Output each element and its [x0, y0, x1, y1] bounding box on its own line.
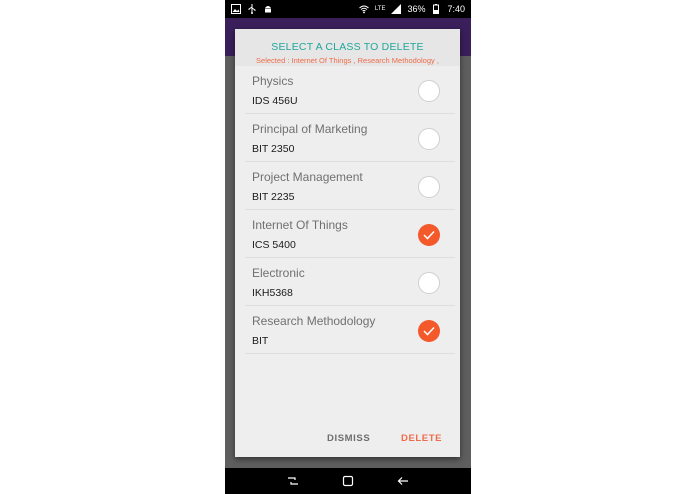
class-code: IKH5368 — [252, 287, 293, 299]
list-item[interactable]: Project Management BIT 2235 — [245, 162, 455, 210]
list-item[interactable]: Physics IDS 456U — [245, 66, 455, 114]
class-code: ICS 5400 — [252, 239, 296, 251]
list-item[interactable]: Research Methodology BIT — [245, 306, 455, 354]
battery-icon — [433, 4, 440, 14]
usb-icon — [248, 4, 256, 14]
signal-icon — [391, 4, 402, 14]
home-icon[interactable] — [342, 475, 354, 487]
delete-class-dialog: SELECT A CLASS TO DELETE Selected : Inte… — [235, 29, 460, 457]
delete-button[interactable]: DELETE — [401, 433, 442, 444]
checkbox-unchecked[interactable] — [418, 128, 440, 150]
list-item[interactable]: Electronic IKH5368 — [245, 258, 455, 306]
class-code: IDS 456U — [252, 95, 298, 107]
android-icon — [265, 6, 271, 13]
class-name: Principal of Marketing — [252, 122, 368, 136]
checkbox-unchecked[interactable] — [418, 80, 440, 102]
checkbox-unchecked[interactable] — [418, 176, 440, 198]
wifi-icon — [359, 5, 369, 14]
dialog-actions: DISMISS DELETE — [235, 433, 460, 447]
checkmark-icon — [423, 230, 435, 240]
dismiss-button[interactable]: DISMISS — [327, 433, 370, 444]
class-code: BIT — [252, 335, 269, 347]
class-code: BIT 2350 — [252, 143, 295, 155]
class-name: Project Management — [252, 170, 363, 184]
clock: 7:40 — [447, 4, 465, 14]
checkmark-icon — [423, 326, 435, 336]
checkbox-checked[interactable] — [418, 224, 440, 246]
status-bar: LTE 36% 7:40 — [225, 0, 471, 18]
image-icon — [231, 4, 241, 14]
network-label: LTE — [374, 6, 386, 12]
dialog-header: SELECT A CLASS TO DELETE Selected : Inte… — [235, 29, 460, 66]
battery-percent: 36% — [407, 4, 426, 14]
back-icon[interactable] — [397, 475, 409, 487]
selected-summary: Selected : Internet Of Things , Research… — [256, 56, 439, 65]
recents-icon[interactable] — [287, 475, 299, 487]
class-name: Internet Of Things — [252, 218, 348, 232]
dialog-title: SELECT A CLASS TO DELETE — [271, 41, 424, 53]
class-code: BIT 2235 — [252, 191, 295, 203]
class-name: Research Methodology — [252, 314, 376, 328]
navigation-bar — [225, 468, 471, 494]
list-item[interactable]: Principal of Marketing BIT 2350 — [245, 114, 455, 162]
class-name: Physics — [252, 74, 294, 88]
list-item[interactable]: Internet Of Things ICS 5400 — [245, 210, 455, 258]
class-name: Electronic — [252, 266, 305, 280]
class-list: Physics IDS 456U Principal of Marketing … — [245, 66, 455, 354]
checkbox-checked[interactable] — [418, 320, 440, 342]
checkbox-unchecked[interactable] — [418, 272, 440, 294]
